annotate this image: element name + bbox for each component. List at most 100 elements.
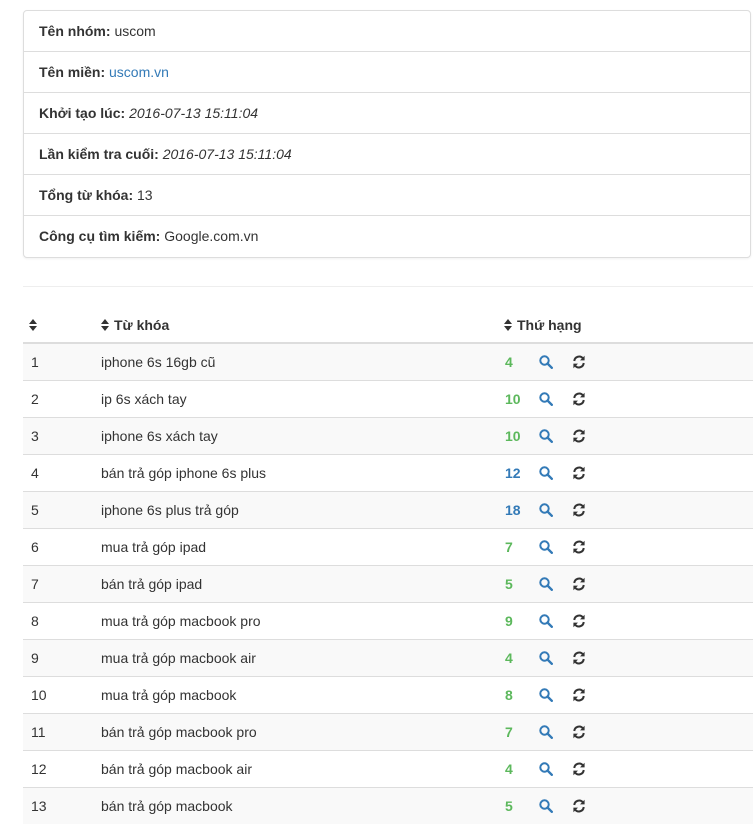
row-keyword: iphone 6s 16gb cũ: [95, 342, 498, 380]
refresh-icon[interactable]: [572, 688, 586, 702]
row-keyword: bán trả góp ipad: [95, 564, 498, 602]
search-engine-label: Công cụ tìm kiếm:: [39, 228, 161, 244]
table-row: 13 bán trả góp macbook 5: [23, 786, 753, 824]
header-rank[interactable]: Thứ hạng: [498, 308, 753, 344]
rank-value: 4: [505, 649, 513, 666]
header-keyword[interactable]: Từ khóa: [95, 308, 498, 344]
refresh-icon[interactable]: [572, 540, 586, 554]
search-icon[interactable]: [539, 502, 553, 517]
row-rank-cell: 10: [498, 416, 753, 454]
row-number: 8: [23, 601, 95, 639]
sort-icon[interactable]: [101, 319, 109, 331]
header-number[interactable]: [23, 308, 95, 344]
row-number: 9: [23, 638, 95, 676]
search-icon[interactable]: [539, 799, 553, 813]
row-number: 12: [23, 749, 95, 787]
row-number: 5: [23, 490, 95, 528]
row-keyword: iphone 6s plus trả góp: [95, 490, 498, 528]
row-keyword: bán trả góp macbook: [95, 786, 498, 824]
table-row: 6 mua trả góp ipad 7: [23, 527, 753, 565]
sort-icon[interactable]: [29, 319, 37, 331]
created-value: 2016-07-13 15:11:04: [129, 105, 259, 121]
search-icon[interactable]: [539, 355, 553, 369]
row-keyword: bán trả góp macbook pro: [95, 712, 498, 750]
refresh-icon[interactable]: [572, 392, 586, 406]
refresh-icon[interactable]: [572, 429, 586, 443]
search-icon[interactable]: [539, 391, 553, 406]
table-row: 5 iphone 6s plus trả góp 18: [23, 490, 753, 528]
table-row: 4 bán trả góp iphone 6s plus 12: [23, 453, 753, 491]
created-row: Khởi tạo lúc: 2016-07-13 15:11:04: [24, 93, 750, 134]
row-number: 1: [23, 342, 95, 380]
rank-value: 4: [505, 760, 513, 777]
last-check-row: Lần kiểm tra cuối: 2016-07-13 15:11:04: [24, 134, 750, 175]
rank-value: 5: [505, 797, 513, 814]
row-rank-cell: 4: [498, 638, 753, 676]
search-icon[interactable]: [539, 613, 553, 628]
table-row: 12 bán trả góp macbook air 4: [23, 749, 753, 787]
refresh-icon[interactable]: [572, 577, 586, 591]
refresh-icon[interactable]: [572, 503, 586, 517]
row-number: 10: [23, 675, 95, 713]
search-icon[interactable]: [539, 650, 553, 665]
row-rank-cell: 9: [498, 601, 753, 639]
row-rank-cell: 4: [498, 342, 753, 380]
row-keyword: bán trả góp macbook air: [95, 749, 498, 787]
refresh-icon[interactable]: [572, 762, 586, 776]
created-label: Khởi tạo lúc:: [39, 105, 126, 121]
table-row: 11 bán trả góp macbook pro 7: [23, 712, 753, 750]
search-icon[interactable]: [539, 428, 553, 443]
table-header-row: Từ khóa Thứ hạng: [23, 308, 753, 344]
row-rank-cell: 10: [498, 379, 753, 417]
rank-value: 7: [505, 538, 513, 555]
row-keyword: mua trả góp macbook: [95, 675, 498, 713]
domain-row: Tên miền: uscom.vn: [24, 52, 750, 93]
row-rank-cell: 12: [498, 453, 753, 491]
table-row: 10 mua trả góp macbook 8: [23, 675, 753, 713]
table-row: 7 bán trả góp ipad 5: [23, 564, 753, 602]
domain-label: Tên miền:: [39, 64, 106, 80]
refresh-icon[interactable]: [572, 466, 586, 480]
total-keywords-value: 13: [137, 187, 153, 203]
table-row: 3 iphone 6s xách tay 10: [23, 416, 753, 454]
group-name-row: Tên nhóm: uscom: [24, 11, 750, 52]
row-rank-cell: 5: [498, 786, 753, 824]
rank-value: 8: [505, 686, 513, 703]
last-check-value: 2016-07-13 15:11:04: [162, 146, 292, 162]
row-number: 2: [23, 379, 95, 417]
row-keyword: mua trả góp macbook air: [95, 638, 498, 676]
rank-value: 18: [505, 501, 521, 518]
page: Tên nhóm: uscom Tên miền: uscom.vn Khởi …: [0, 0, 753, 834]
search-icon[interactable]: [539, 761, 553, 776]
refresh-icon[interactable]: [572, 725, 586, 739]
row-rank-cell: 18: [498, 490, 753, 528]
section-divider: [23, 286, 753, 287]
rank-value: 10: [505, 427, 521, 444]
search-icon[interactable]: [539, 576, 553, 591]
refresh-icon[interactable]: [572, 355, 586, 369]
domain-link[interactable]: uscom.vn: [109, 64, 169, 80]
group-info-panel: Tên nhóm: uscom Tên miền: uscom.vn Khởi …: [23, 10, 751, 258]
refresh-icon[interactable]: [572, 614, 586, 628]
row-rank-cell: 4: [498, 749, 753, 787]
row-keyword: mua trả góp macbook pro: [95, 601, 498, 639]
row-number: 6: [23, 527, 95, 565]
rank-value: 12: [505, 464, 521, 481]
row-keyword: ip 6s xách tay: [95, 379, 498, 417]
search-icon[interactable]: [539, 465, 553, 480]
total-keywords-label: Tổng từ khóa:: [39, 187, 134, 203]
table-row: 9 mua trả góp macbook air 4: [23, 638, 753, 676]
search-icon[interactable]: [539, 687, 553, 702]
search-icon[interactable]: [539, 724, 553, 739]
header-keyword-label: Từ khóa: [114, 317, 170, 333]
refresh-icon[interactable]: [572, 799, 586, 813]
sort-icon[interactable]: [504, 319, 512, 331]
search-icon[interactable]: [539, 539, 553, 554]
rank-value: 5: [505, 575, 513, 592]
rank-value: 4: [505, 353, 513, 370]
search-engine-value: Google.com.vn: [164, 228, 259, 244]
search-engine-row: Công cụ tìm kiếm: Google.com.vn: [24, 216, 750, 257]
row-rank-cell: 7: [498, 712, 753, 750]
total-keywords-row: Tổng từ khóa: 13: [24, 175, 750, 216]
refresh-icon[interactable]: [572, 651, 586, 665]
